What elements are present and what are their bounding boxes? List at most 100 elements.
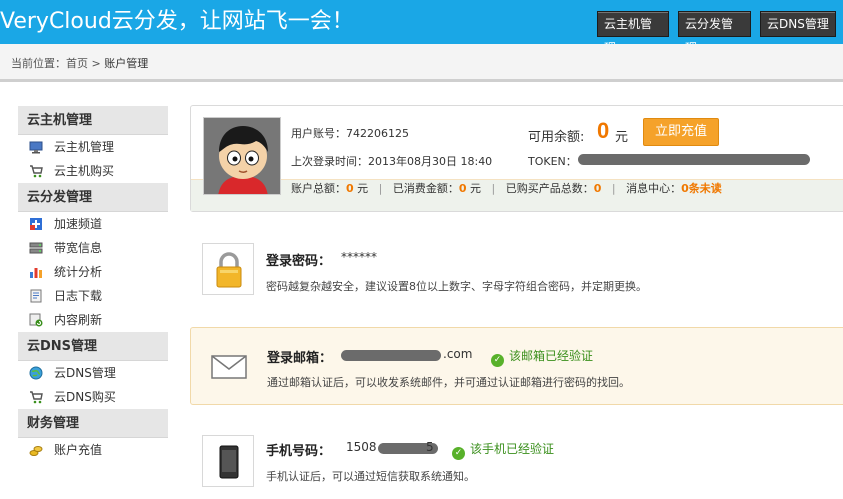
breadcrumb-bar: 当前位置：首页 > 账户管理 [0,44,843,82]
password-masked-value: ****** [341,250,377,264]
accelerate-icon [30,218,42,230]
sidebar-item-label: 带宽信息 [54,241,103,255]
password-icon-box [202,243,254,295]
total-amount-label: 账户总额： [291,182,346,195]
breadcrumb-home-link[interactable]: 首页 [66,57,88,70]
sidebar-item-label: 云主机购买 [54,164,115,178]
sidebar-item-dns-manage[interactable]: 云DNS管理 [18,361,168,385]
last-login-row: 上次登录时间：2013年08月30日 18:40 [291,153,492,169]
last-login-time: 2013年08月30日 18:40 [368,155,493,168]
email-description: 通过邮箱认证后，可以收发系统邮件，并可通过认证邮箱进行密码的找回。 [267,376,630,389]
avatar[interactable] [203,117,281,195]
email-icon-box [203,340,255,392]
phone-value-suffix: 5 [426,440,434,454]
checkmark-icon: ✓ [491,354,504,367]
spent-amount-value: 0 [458,182,467,195]
sidebar-item-label: 账户充值 [54,443,103,457]
phone-title: 手机号码： [266,444,332,459]
sidebar-item-label: 统计分析 [54,265,103,279]
total-amount-unit: 元 [357,182,369,195]
stats-divider: | [611,182,616,195]
sidebar-item-recharge[interactable]: 账户充值 [18,438,168,462]
envelope-icon [211,355,247,379]
sidebar-item-cloud-host-buy[interactable]: 云主机购买 [18,159,168,183]
sidebar-item-log-download[interactable]: 日志下载 [18,284,168,308]
site-logo-text[interactable]: VeryCloud云分发，让网站飞一会！ [0,3,354,35]
sidebar-item-bandwidth[interactable]: 带宽信息 [18,236,168,260]
sidebar-item-content-refresh[interactable]: 内容刷新 [18,308,168,332]
user-account-id: 742206125 [346,127,409,140]
account-summary-card: 用户账号：742206125 上次登录时间：2013年08月30日 18:40 … [190,105,843,212]
sidebar-section-cdn: 云分发管理 [18,183,168,212]
lock-icon [216,252,242,288]
email-redaction [341,350,441,361]
recharge-now-button[interactable]: 立即充值 [643,118,719,146]
phone-value-prefix: 1508 [346,440,377,454]
sidebar-item-label: 云主机管理 [54,140,115,154]
cart-icon [30,391,43,404]
monitor-icon [29,141,43,154]
breadcrumb: 当前位置：首页 > 账户管理 [11,55,148,71]
products-count-value: 0 [593,182,602,195]
log-icon [30,289,42,303]
email-verified-status: ✓ 该邮箱已经验证 [491,347,593,367]
sidebar-section-finance: 财务管理 [18,409,168,438]
sidebar: 云主机管理 云主机管理 云主机购买 云分发管理 加速频道 带宽信息 统计分析 日… [18,106,168,462]
breadcrumb-separator: > [88,57,105,70]
message-center-label[interactable]: 消息中心： [626,182,681,195]
last-login-label: 上次登录时间： [291,155,368,168]
sidebar-item-label: 云DNS购买 [54,390,116,404]
sidebar-item-accelerate-channel[interactable]: 加速频道 [18,212,168,236]
balance-value: 0 [597,118,610,143]
user-account-label: 用户账号： [291,127,346,140]
login-password-section: 登录密码： ****** 密码越复杂越安全，建议设置8位以上数字、字母字符组合密… [190,230,843,316]
sidebar-item-statistics[interactable]: 统计分析 [18,260,168,284]
balance-unit: 元 [615,130,629,145]
account-stats-row: 账户总额：0 元 | 已消费金额：0 元 | 已购买产品总数：0 | 消息中心：… [291,180,722,196]
balance-label: 可用余额: [528,130,585,145]
mobile-phone-icon [219,445,239,479]
nav-cloud-host-button[interactable]: 云主机管理 [597,11,669,55]
password-description: 密码越复杂越安全，建议设置8位以上数字、字母字符组合密码，并定期更换。 [266,280,647,293]
phone-verified-label: 该手机已经验证 [470,442,555,456]
checkmark-icon: ✓ [452,447,465,460]
sidebar-item-dns-buy[interactable]: 云DNS购买 [18,385,168,409]
breadcrumb-prefix: 当前位置： [11,57,66,70]
user-account-row: 用户账号：742206125 [291,125,409,141]
spent-amount-label: 已消费金额： [392,182,459,195]
products-count-label: 已购买产品总数： [505,182,594,195]
breadcrumb-current: 账户管理 [104,57,149,70]
nav-cdn-button[interactable]: 云分发管理 [678,11,751,55]
phone-verified-status: ✓ 该手机已经验证 [452,440,554,460]
top-header: VeryCloud云分发，让网站飞一会！ 云主机管理 云分发管理 云DNS管理 [0,0,843,55]
globe-icon [29,366,43,380]
login-email-section: 登录邮箱： .com ✓ 该邮箱已经验证 通过邮箱认证后，可以收发系统邮件，并可通… [190,327,843,405]
token-label: TOKEN： [528,155,577,168]
token-redaction [578,154,810,165]
bandwidth-icon [29,242,43,254]
email-value-suffix: .com [443,347,473,361]
email-title: 登录邮箱： [267,351,333,366]
password-title: 登录密码： [266,254,332,269]
cart-icon [30,165,43,178]
email-verified-label: 该邮箱已经验证 [509,349,594,363]
sidebar-item-label: 日志下载 [54,289,103,303]
stats-divider: | [491,182,496,195]
phone-description: 手机认证后，可以通过短信获取系统通知。 [266,470,475,483]
mobile-phone-section: 手机号码： 1508 5 ✓ 该手机已经验证 手机认证后，可以通过短信获取系统通知… [190,427,843,499]
bar-chart-icon [30,268,42,278]
sidebar-item-label: 加速频道 [54,217,103,231]
sidebar-item-label: 内容刷新 [54,313,103,327]
sidebar-section-cloud-host: 云主机管理 [18,106,168,135]
avatar-cartoon-icon [204,118,280,194]
message-center-unread[interactable]: 0条未读 [681,182,722,195]
total-amount-value: 0 [346,182,354,195]
sidebar-item-label: 云DNS管理 [54,366,116,380]
nav-dns-button[interactable]: 云DNS管理 [760,11,836,37]
spent-amount-unit: 元 [470,182,482,195]
refresh-icon [29,313,43,327]
coins-icon [29,446,43,456]
sidebar-item-cloud-host-manage[interactable]: 云主机管理 [18,135,168,159]
phone-icon-box [202,435,254,487]
stats-divider: | [378,182,383,195]
